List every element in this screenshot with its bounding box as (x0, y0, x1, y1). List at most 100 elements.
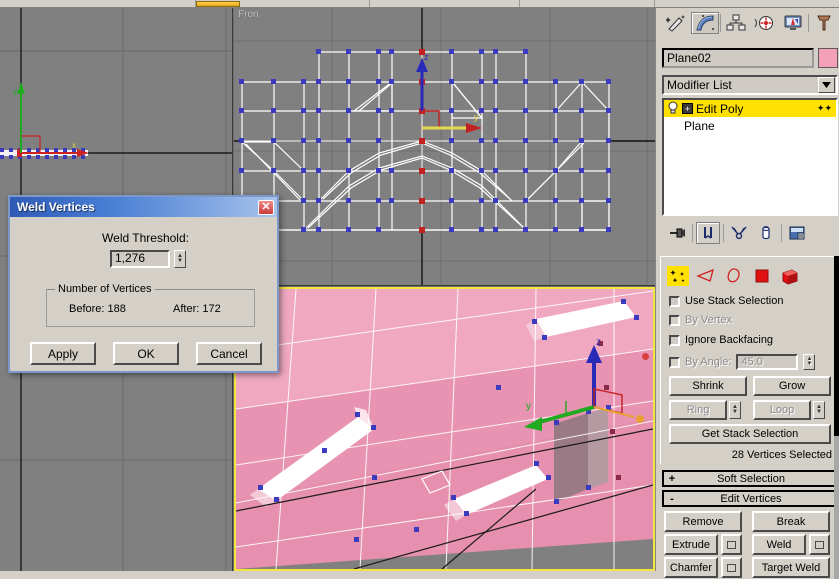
number-of-vertices-group: Number of Vertices Before: 188 After: 17… (46, 283, 255, 327)
stack-item-plane[interactable]: Plane (664, 117, 836, 134)
break-button[interactable]: Break (752, 511, 830, 532)
edit-vertices-expand-icon: - (670, 492, 674, 505)
ignore-backfacing-row[interactable]: Ignore Backfacing (669, 334, 773, 346)
subobject-selection-icons (667, 265, 807, 287)
tab-divider (808, 14, 810, 32)
toolbar-segment[interactable] (520, 0, 655, 7)
viewport-perspective-content: z y (236, 289, 653, 569)
ring-spinner[interactable]: ▲ ▼ (729, 401, 741, 419)
svg-text:y: y (474, 112, 479, 122)
svg-text:z: z (424, 52, 429, 62)
use-stack-selection-row[interactable]: Use Stack Selection (669, 295, 783, 307)
svg-text:x: x (72, 141, 76, 150)
show-end-result-button[interactable] (696, 222, 720, 244)
command-panel-scrollbar[interactable] (834, 256, 839, 579)
by-vertex-checkbox[interactable] (669, 314, 680, 326)
border-subobject[interactable] (723, 266, 745, 286)
display-tab[interactable] (779, 12, 808, 34)
weld-threshold-spinner[interactable]: ▲ ▼ (174, 250, 186, 268)
by-angle-checkbox[interactable] (669, 356, 680, 368)
stack-toolbar (662, 220, 838, 246)
by-angle-spinner[interactable]: ▲ ▼ (803, 354, 816, 370)
soft-selection-title: Soft Selection (717, 472, 785, 485)
weld-threshold-input[interactable]: 1,276 (110, 250, 170, 268)
remove-button[interactable]: Remove (664, 511, 742, 532)
toolbar-segment[interactable] (140, 0, 196, 7)
svg-text:y: y (526, 401, 531, 412)
viewport-front-label: Fron (238, 9, 259, 20)
extrude-settings-button[interactable] (721, 534, 742, 555)
ignore-backfacing-checkbox[interactable] (669, 334, 680, 346)
by-angle-field[interactable]: 45.0 (736, 354, 799, 370)
configure-sets-button[interactable] (785, 222, 809, 244)
vertices-after-label: After: 172 (173, 303, 221, 315)
close-icon[interactable]: ✕ (258, 199, 274, 215)
soft-selection-rollout-header[interactable]: + Soft Selection (662, 470, 838, 487)
ring-button[interactable]: Ring (669, 400, 727, 420)
motion-tab[interactable] (750, 12, 779, 34)
modifier-list-label: Modifier List (667, 78, 732, 92)
element-subobject[interactable] (779, 266, 801, 286)
weld-vertices-dialog[interactable]: Weld Vertices ✕ Weld Threshold: 1,276 ▲ ▼… (8, 195, 279, 373)
object-name-field[interactable]: Plane02 (662, 48, 814, 68)
vertices-before-label: Before: 188 (69, 303, 126, 315)
vertex-subobject[interactable] (667, 266, 689, 286)
hierarchy-tab[interactable] (721, 12, 750, 34)
create-tab[interactable] (662, 12, 690, 34)
expand-icon[interactable]: + (682, 103, 693, 114)
chevron-down-icon[interactable] (818, 77, 835, 93)
by-vertex-row[interactable]: By Vertex (669, 314, 732, 326)
toolbar-divider (692, 224, 693, 242)
weld-dialog-titlebar[interactable]: Weld Vertices ✕ (10, 197, 277, 217)
weld-settings-button[interactable] (809, 534, 830, 555)
remove-modifier-button[interactable] (754, 222, 778, 244)
tab-divider (719, 14, 721, 32)
toolbar-accent-button[interactable] (196, 1, 240, 7)
edit-vertices-rollout-header[interactable]: - Edit Vertices (662, 490, 838, 507)
lightbulb-icon[interactable] (667, 101, 679, 117)
by-angle-label: By Angle: (685, 356, 732, 368)
stack-item-edit-poly[interactable]: + Edit Poly ✦✦ (664, 100, 836, 117)
toolbar-segment[interactable] (370, 0, 520, 7)
shrink-button[interactable]: Shrink (669, 376, 747, 396)
svg-text:y: y (13, 87, 17, 96)
command-panel: Plane02 Modifier List + Edit Poly ✦✦ Pla… (655, 8, 839, 579)
scrollbar-thumb[interactable] (834, 256, 839, 436)
modifier-list-dropdown[interactable]: Modifier List (662, 75, 838, 95)
polygon-subobject[interactable] (751, 266, 773, 286)
by-vertex-label: By Vertex (685, 314, 733, 326)
target-weld-button[interactable]: Target Weld (752, 557, 830, 578)
svg-text:z: z (596, 337, 601, 348)
utilities-tab[interactable] (810, 12, 838, 34)
loop-button[interactable]: Loop (753, 400, 811, 420)
edge-subobject[interactable] (695, 266, 717, 286)
extrude-button[interactable]: Extrude (664, 534, 718, 555)
weld-button[interactable]: Weld (752, 534, 806, 555)
stack-item-label: Plane (684, 118, 715, 133)
grow-button[interactable]: Grow (753, 376, 831, 396)
selection-count-label: 28 Vertices Selected (731, 449, 832, 461)
apply-button[interactable]: Apply (30, 342, 96, 365)
make-unique-button[interactable] (727, 222, 751, 244)
viewport-perspective[interactable]: z y (234, 287, 655, 571)
toolbar-divider (723, 224, 724, 242)
edit-vertices-title: Edit Vertices (720, 492, 782, 505)
toolbar-segment[interactable] (240, 0, 370, 7)
get-stack-selection-button[interactable]: Get Stack Selection (669, 424, 831, 444)
pin-stack-button[interactable] (665, 222, 689, 244)
use-stack-selection-checkbox[interactable] (669, 295, 680, 307)
viewport-front-content: z y (234, 8, 655, 285)
modifier-stack[interactable]: + Edit Poly ✦✦ Plane (662, 98, 838, 216)
chamfer-settings-button[interactable] (721, 557, 742, 578)
chamfer-button[interactable]: Chamfer (664, 557, 718, 578)
modify-tab[interactable] (690, 12, 719, 34)
object-color-swatch[interactable] (818, 48, 838, 68)
ok-button[interactable]: OK (113, 342, 179, 365)
cancel-button[interactable]: Cancel (196, 342, 262, 365)
by-angle-row[interactable]: By Angle: 45.0 ▲ ▼ (669, 354, 816, 370)
main-toolbar[interactable] (0, 0, 839, 8)
number-of-vertices-label: Number of Vertices (55, 283, 155, 295)
viewport-front[interactable]: Fron z y (234, 8, 655, 286)
soft-selection-expand-icon: + (668, 472, 676, 485)
loop-spinner[interactable]: ▲ ▼ (813, 401, 825, 419)
